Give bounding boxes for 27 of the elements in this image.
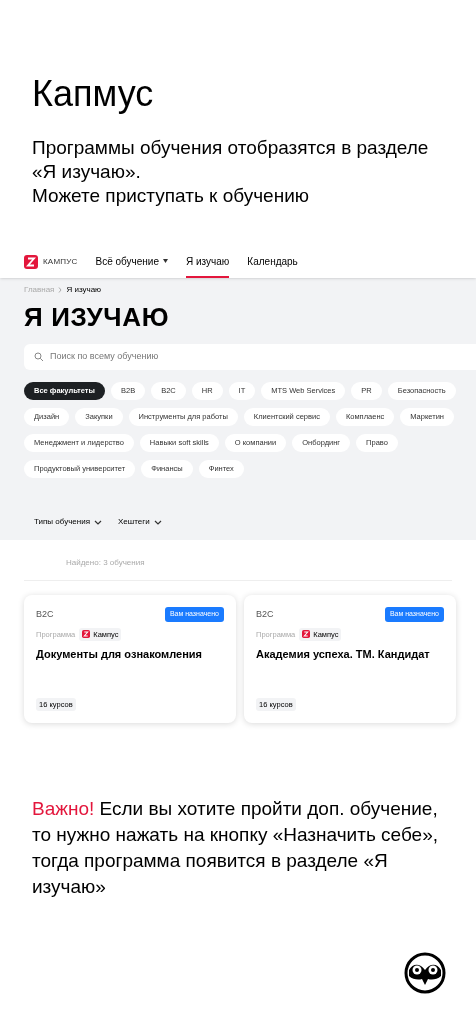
nav-tab[interactable]: Я изучаю (186, 246, 230, 278)
card-category: B2C (256, 607, 274, 621)
slide-title: Капмус (32, 74, 155, 114)
card-category: B2C (36, 607, 54, 621)
page-heading: Я ИЗУЧАЮ (23, 302, 171, 332)
card-title: Документы для ознакомления (36, 646, 203, 662)
logo-icon (302, 630, 311, 639)
logo-icon (24, 255, 38, 269)
chevron-right-icon (58, 287, 63, 293)
filter-dropdown[interactable]: Типы обучения (34, 516, 102, 528)
search-icon (34, 352, 44, 362)
important-note: Важно! Если вы хотите пройти доп. обучение, то нужно нажать на кнопку «Назначить себе», тогда программа появится в разделе «Я изучаю» (31, 797, 439, 899)
intro-text: Программы обучения отобразятся в разделе «Я изучаю». (32, 136, 430, 184)
filter-dropdown[interactable]: Хештеги (118, 516, 162, 528)
chevron-down-icon (153, 519, 162, 525)
results-count: Найдено: 3 обучения (66, 558, 145, 567)
logo-icon (82, 630, 91, 639)
nav-tab[interactable]: Календарь (247, 246, 298, 278)
chevron-down-icon (94, 519, 102, 525)
breadcrumb-current: Я изучаю (66, 284, 102, 296)
card-title: Академия успеха. ТМ. Кандидат (256, 646, 431, 662)
nav-tab[interactable]: Всё обучение (95, 246, 168, 278)
owl-icon (404, 952, 446, 994)
search-bar[interactable]: Поиск по всему обучению (24, 344, 476, 370)
logo-text: КАМПУС (43, 256, 78, 268)
search-field[interactable]: Поиск по всему обучению (50, 350, 476, 364)
intro-text: Можете приступать к обучению (32, 184, 311, 208)
